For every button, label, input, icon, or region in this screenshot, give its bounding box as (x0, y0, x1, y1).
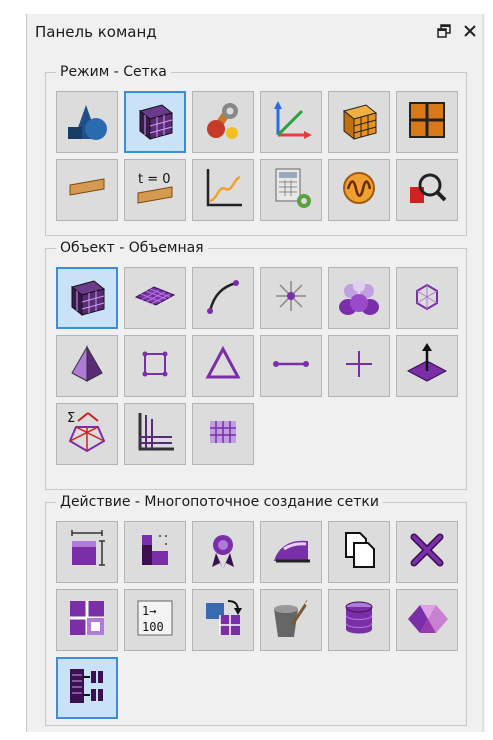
group-label: Объект - Объемная (56, 239, 208, 257)
triangle-element-button[interactable] (192, 335, 254, 397)
node-star-icon (268, 273, 314, 323)
polyhedron-button[interactable] (396, 267, 458, 329)
geometry-shapes-icon (64, 97, 110, 147)
normal-vector-icon (404, 341, 450, 391)
coordinate-axes-icon (268, 97, 314, 147)
orange-grid-cube-icon (336, 97, 382, 147)
volume-mesh-icon (64, 273, 110, 323)
cleanup-bucket-button[interactable] (260, 589, 322, 651)
split-quad-button[interactable] (56, 589, 118, 651)
normal-vector-button[interactable] (396, 335, 458, 397)
swap-blocks-icon (200, 595, 246, 645)
point-element-icon (336, 341, 382, 391)
surface-mesh-button[interactable] (124, 267, 186, 329)
orange-grid-cube-button[interactable] (328, 91, 390, 153)
line-element-button[interactable] (260, 335, 322, 397)
surface-mesh-icon (132, 273, 178, 323)
copy-pages-icon (336, 527, 382, 577)
time-zero-plank-button[interactable]: t = 0 (124, 159, 186, 221)
swap-blocks-button[interactable] (192, 589, 254, 651)
close-icon[interactable] (459, 20, 481, 42)
plank-button[interactable] (56, 159, 118, 221)
group-object-volume: Объект - Объемная Σ (45, 239, 467, 490)
geometry-shapes-button[interactable] (56, 91, 118, 153)
copy-pages-button[interactable] (328, 521, 390, 583)
svg-text:t = 0: t = 0 (138, 172, 171, 187)
numbering-icon: 1→ 100 (132, 595, 178, 645)
wave-circle-icon (336, 165, 382, 215)
group-mode-mesh: Режим - Сетка t = 0 (45, 63, 467, 236)
polyhedron-icon (404, 273, 450, 323)
triangle-element-icon (200, 341, 246, 391)
coordinate-axes-button[interactable] (260, 91, 322, 153)
database-cylinder-icon (336, 595, 382, 645)
plank-icon (64, 165, 110, 215)
corner-mesh-button[interactable] (124, 403, 186, 465)
iron-icon (268, 527, 314, 577)
time-zero-plank-icon: t = 0 (132, 165, 178, 215)
mesh-cube-button[interactable] (124, 91, 186, 153)
delete-cross-icon (404, 527, 450, 577)
size-block-button[interactable] (56, 521, 118, 583)
wrench-tools-button[interactable] (192, 91, 254, 153)
command-panel: Панель команд Режим - Сетка t = 0 Объект… (26, 14, 485, 732)
sum-nodes-icon: Σ (64, 409, 110, 459)
line-element-icon (268, 341, 314, 391)
tetrahedron-icon (64, 341, 110, 391)
svg-text:1→: 1→ (142, 604, 156, 618)
panel-edge (482, 14, 484, 732)
node-star-button[interactable] (260, 267, 322, 329)
group-people-button[interactable] (328, 267, 390, 329)
block-stack-icon (132, 527, 178, 577)
volume-mesh-button[interactable] (56, 267, 118, 329)
block-stack-button[interactable] (124, 521, 186, 583)
morph-shape-icon (404, 595, 450, 645)
point-element-button[interactable] (328, 335, 390, 397)
group-label: Действие - Многопоточное создание сетки (56, 493, 383, 511)
sum-nodes-button[interactable]: Σ (56, 403, 118, 465)
wave-circle-button[interactable] (328, 159, 390, 221)
multithread-mesh-icon (64, 663, 110, 713)
numbering-button[interactable]: 1→ 100 (124, 589, 186, 651)
small-grid-icon (200, 409, 246, 459)
graph-curve-button[interactable] (192, 159, 254, 221)
quad-element-button[interactable] (124, 335, 186, 397)
inspect-magnifier-button[interactable] (396, 159, 458, 221)
iron-button[interactable] (260, 521, 322, 583)
orange-plane-grid-icon (404, 97, 450, 147)
award-ribbon-button[interactable] (192, 521, 254, 583)
group-label: Режим - Сетка (56, 63, 171, 81)
mesh-cube-icon (132, 97, 178, 147)
database-cylinder-button[interactable] (328, 589, 390, 651)
delete-cross-button[interactable] (396, 521, 458, 583)
wrench-tools-icon (200, 97, 246, 147)
curve-edge-button[interactable] (192, 267, 254, 329)
group-action-multithread: Действие - Многопоточное создание сетки … (45, 493, 467, 726)
calculator-gear-button[interactable] (260, 159, 322, 221)
group-people-icon (336, 273, 382, 323)
calculator-gear-icon (268, 165, 314, 215)
graph-curve-icon (200, 165, 246, 215)
svg-text:Σ: Σ (67, 411, 75, 426)
split-quad-icon (64, 595, 110, 645)
small-grid-button[interactable] (192, 403, 254, 465)
curve-edge-icon (200, 273, 246, 323)
multithread-mesh-button[interactable] (56, 657, 118, 719)
inspect-magnifier-icon (404, 165, 450, 215)
award-ribbon-icon (200, 527, 246, 577)
panel-titlebar: Панель команд (27, 14, 485, 50)
svg-text:100: 100 (142, 620, 164, 634)
quad-element-icon (132, 341, 178, 391)
size-block-icon (64, 527, 110, 577)
corner-mesh-icon (132, 409, 178, 459)
cleanup-bucket-icon (268, 595, 314, 645)
morph-shape-button[interactable] (396, 589, 458, 651)
tetrahedron-button[interactable] (56, 335, 118, 397)
panel-title: Панель команд (35, 23, 157, 41)
float-window-icon[interactable] (433, 20, 455, 42)
orange-plane-grid-button[interactable] (396, 91, 458, 153)
